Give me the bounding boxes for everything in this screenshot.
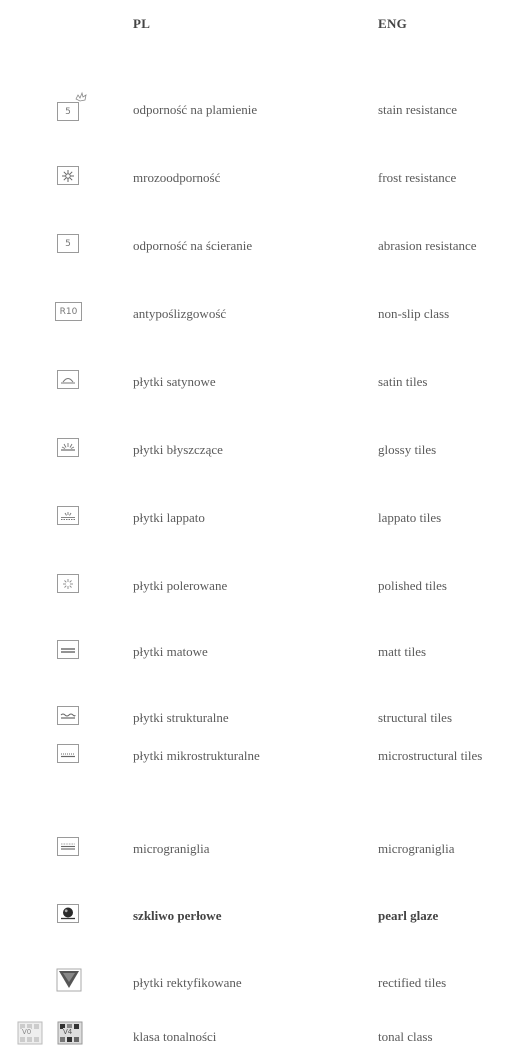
label-eng: satin tiles bbox=[378, 374, 428, 389]
label-eng: non-slip class bbox=[378, 306, 450, 321]
lappato-icon bbox=[57, 506, 79, 525]
label-pl: odporność na plamienie bbox=[133, 102, 258, 117]
legend-row: płytki mikrostrukturalne microstructural… bbox=[0, 735, 509, 775]
label-pl: mrozoodporność bbox=[133, 170, 221, 185]
label-eng: pearl glaze bbox=[378, 908, 439, 923]
label-pl: klasa tonalności bbox=[133, 1029, 217, 1044]
legend-row: V0 V4 klasa tonalności tonal class bbox=[0, 1016, 509, 1056]
abrasion-icon: 5 bbox=[57, 234, 79, 253]
legend-row: płytki polerowane polished tiles bbox=[0, 565, 509, 605]
label-pl: płytki satynowe bbox=[133, 374, 216, 389]
column-header-eng: ENG bbox=[378, 16, 408, 31]
legend-row: szkliwo perłowe pearl glaze bbox=[0, 895, 509, 935]
label-eng: rectified tiles bbox=[378, 975, 447, 990]
label-pl: antypoślizgowość bbox=[133, 306, 227, 321]
label-eng: structural tiles bbox=[378, 710, 453, 725]
tonal-v4-label: V4 bbox=[63, 1028, 73, 1036]
polished-icon bbox=[57, 574, 79, 593]
tonal-class-icon: V0 V4 bbox=[17, 1021, 85, 1045]
abrasion-value: 5 bbox=[57, 234, 79, 253]
label-pl: odporność na ścieranie bbox=[133, 238, 253, 253]
label-eng: lappato tiles bbox=[378, 510, 442, 525]
legend-row: mrozoodporność frost resistance bbox=[0, 157, 509, 197]
label-eng: tonal class bbox=[378, 1029, 433, 1044]
microstructural-icon bbox=[57, 744, 79, 763]
label-pl: płytki strukturalne bbox=[133, 710, 229, 725]
glossy-icon bbox=[57, 438, 79, 457]
micrograniglia-icon bbox=[57, 837, 79, 856]
structural-icon bbox=[57, 706, 79, 725]
satin-icon bbox=[57, 370, 79, 389]
legend-row: płytki strukturalne structural tiles bbox=[0, 697, 509, 737]
label-eng: polished tiles bbox=[378, 578, 447, 593]
label-eng: frost resistance bbox=[378, 170, 457, 185]
label-pl: płytki lappato bbox=[133, 510, 205, 525]
label-pl: płytki polerowane bbox=[133, 578, 228, 593]
legend-row: płytki matowe matt tiles bbox=[0, 631, 509, 671]
label-pl: płytki mikrostrukturalne bbox=[133, 748, 260, 763]
stain-resistance-icon: 5 bbox=[57, 91, 87, 121]
non-slip-icon: R10 bbox=[55, 302, 82, 321]
legend-row: płytki błyszczące glossy tiles bbox=[0, 429, 509, 469]
label-pl: szkliwo perłowe bbox=[133, 908, 222, 923]
legend-row: płytki lappato lappato tiles bbox=[0, 497, 509, 537]
snowflake-icon bbox=[57, 166, 79, 185]
label-pl: micrograniglia bbox=[133, 841, 210, 856]
label-pl: płytki rektyfikowane bbox=[133, 975, 242, 990]
label-eng: microstructural tiles bbox=[378, 748, 483, 763]
legend-row: 5 odporność na plamienie stain resistanc… bbox=[0, 89, 509, 129]
column-header-pl: PL bbox=[133, 16, 151, 31]
label-eng: abrasion resistance bbox=[378, 238, 477, 253]
label-eng: matt tiles bbox=[378, 644, 427, 659]
legend-row: 5 odporność na ścieranie abrasion resist… bbox=[0, 225, 509, 265]
legend-row: R10 antypoślizgowość non-slip class bbox=[0, 293, 509, 333]
label-eng: glossy tiles bbox=[378, 442, 437, 457]
tonal-v0-label: V0 bbox=[22, 1028, 32, 1036]
matt-icon bbox=[57, 640, 79, 659]
legend-row: micrograniglia micrograniglia bbox=[0, 828, 509, 868]
label-eng: micrograniglia bbox=[378, 841, 455, 856]
stain-resistance-value: 5 bbox=[57, 102, 79, 121]
non-slip-value: R10 bbox=[55, 302, 82, 321]
label-pl: płytki matowe bbox=[133, 644, 208, 659]
rectified-icon bbox=[56, 968, 82, 992]
label-eng: stain resistance bbox=[378, 102, 458, 117]
legend-row: płytki rektyfikowane rectified tiles bbox=[0, 962, 509, 1002]
label-pl: płytki błyszczące bbox=[133, 442, 223, 457]
legend-row: płytki satynowe satin tiles bbox=[0, 361, 509, 401]
pearl-glaze-icon bbox=[57, 904, 79, 923]
